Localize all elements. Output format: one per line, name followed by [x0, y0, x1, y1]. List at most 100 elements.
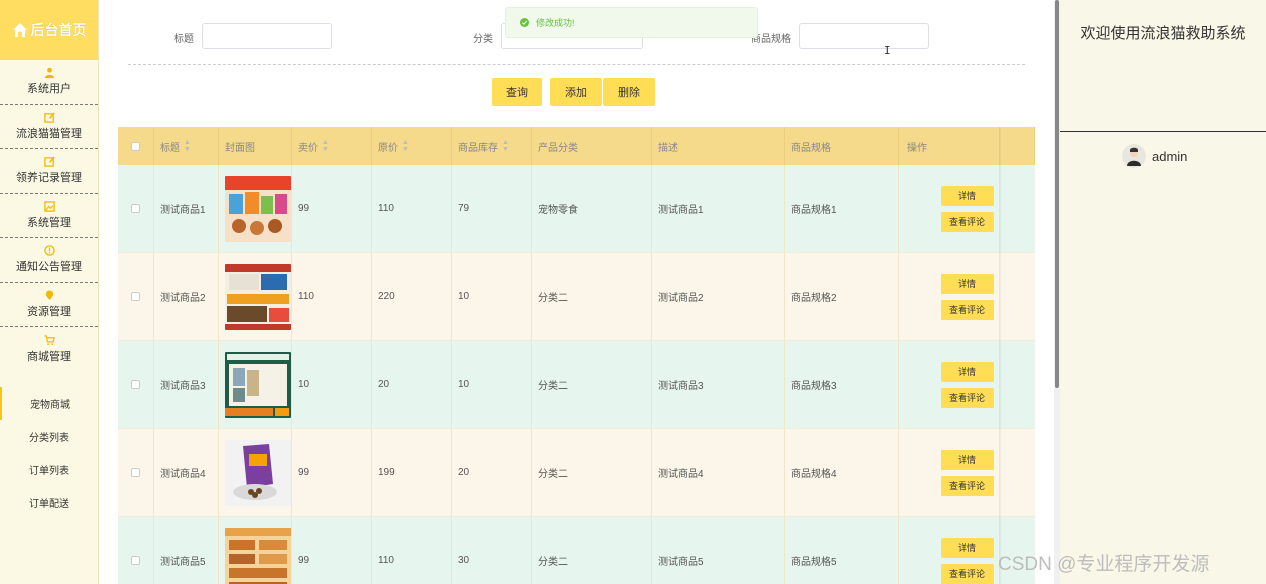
sidebar: 后台首页 系统用户 流浪猫猫管理 领养记录管理 系统管理 通知公告管理 资源管理…: [0, 0, 99, 584]
cell-stock: 79: [452, 165, 532, 252]
sidebar-item-shop[interactable]: 商城管理: [0, 327, 98, 372]
cell-category: 分类二: [532, 429, 652, 516]
header-label: 卖价: [298, 142, 318, 154]
header-cover: 封面图: [219, 127, 292, 165]
main-content: 标题 分类 商品规格 修改成功! 查询 添加 删除 标题 ▲ ▼ 封面图 卖价 ▲ ▼ …: [100, 0, 1054, 584]
header-original[interactable]: 原价 ▲ ▼: [372, 127, 452, 165]
home-icon: [12, 23, 27, 37]
header-spec: 商品规格: [785, 127, 899, 165]
header-label: 描述: [658, 142, 678, 154]
header-label: 产品分类: [538, 142, 578, 154]
table-row: 测试商品5 99 110 30 分类二 测试商品5 商品规格5 详情 查看评论: [118, 517, 1035, 584]
right-panel: 欢迎使用流浪猫救助系统 admin: [1060, 0, 1266, 584]
spec-input[interactable]: [799, 23, 929, 49]
cell-desc: 测试商品4: [652, 429, 785, 516]
product-cover-image[interactable]: [225, 263, 291, 330]
category-label: 分类: [473, 34, 493, 45]
header-stock[interactable]: 商品库存 ▲ ▼: [452, 127, 532, 165]
sidebar-item-label: 商城管理: [27, 350, 71, 363]
row-checkbox[interactable]: [131, 380, 140, 389]
sidebar-home[interactable]: 后台首页: [0, 0, 98, 60]
row-checkbox[interactable]: [131, 204, 140, 213]
cell-stock: 30: [452, 517, 532, 584]
header-checkbox-cell: [118, 127, 154, 165]
cell-actions: 详情 查看评论: [899, 429, 1035, 516]
cell-stock: 20: [452, 429, 532, 516]
cell-title: 测试商品1: [154, 165, 219, 252]
sidebar-item-system[interactable]: 系统管理: [0, 194, 98, 238]
header-price[interactable]: 卖价 ▲ ▼: [292, 127, 372, 165]
sidebar-subitem-orders[interactable]: 订单列表: [0, 453, 98, 486]
row-checkbox-cell: [118, 253, 154, 340]
sidebar-item-adoption[interactable]: 领养记录管理: [0, 149, 98, 194]
cell-category: 分类二: [532, 341, 652, 428]
view-comments-button[interactable]: 查看评论: [940, 563, 994, 584]
sidebar-item-notice[interactable]: 通知公告管理: [0, 238, 98, 283]
sort-icon[interactable]: ▲ ▼: [322, 139, 329, 153]
sort-icon[interactable]: ▲ ▼: [402, 139, 409, 153]
header-desc: 描述: [652, 127, 785, 165]
add-button[interactable]: 添加: [550, 78, 602, 106]
username: admin: [1152, 148, 1188, 164]
sidebar-subitem-label: 分类列表: [29, 432, 69, 444]
product-cover-image[interactable]: [225, 175, 291, 242]
title-input[interactable]: [202, 23, 332, 49]
cell-desc: 测试商品3: [652, 341, 785, 428]
product-cover-image[interactable]: [225, 351, 291, 418]
sidebar-item-resources[interactable]: 资源管理: [0, 283, 98, 327]
scrollbar-thumb[interactable]: [1055, 0, 1059, 388]
row-checkbox[interactable]: [131, 292, 140, 301]
select-all-checkbox[interactable]: [131, 141, 140, 151]
cell-category: 宠物零食: [532, 165, 652, 252]
sidebar-subitem-label: 宠物商城: [30, 399, 70, 411]
detail-button[interactable]: 详情: [940, 185, 994, 206]
query-button[interactable]: 查询: [492, 78, 542, 106]
cell-desc: 测试商品2: [652, 253, 785, 340]
cell-cover: [219, 517, 292, 584]
row-checkbox-cell: [118, 517, 154, 584]
header-label: 商品规格: [791, 142, 831, 154]
delete-button[interactable]: 删除: [603, 78, 655, 106]
header-label: 商品库存: [458, 142, 498, 154]
row-checkbox[interactable]: [131, 556, 140, 565]
header-category: 产品分类: [532, 127, 652, 165]
cell-desc: 测试商品5: [652, 517, 785, 584]
cell-price: 10: [292, 341, 372, 428]
cell-price: 99: [292, 429, 372, 516]
product-cover-image[interactable]: [225, 527, 291, 584]
picture-icon: [43, 201, 55, 212]
cell-actions: 详情 查看评论: [899, 253, 1035, 340]
sidebar-item-cats[interactable]: 流浪猫猫管理: [0, 105, 98, 149]
sidebar-subitem-label: 订单列表: [29, 465, 69, 477]
cell-actions: 详情 查看评论: [899, 341, 1035, 428]
cell-original: 199: [372, 429, 452, 516]
cell-spec: 商品规格2: [785, 253, 899, 340]
sidebar-subitem-pet-shop[interactable]: 宠物商城: [0, 386, 98, 420]
sort-icon[interactable]: ▲ ▼: [184, 139, 191, 153]
detail-button[interactable]: 详情: [940, 537, 994, 558]
table-row: 测试商品2 110 220 10 分类二 测试商品2 商品规格2 详情 查看评论: [118, 253, 1035, 341]
table-row: 测试商品4 99 199 20 分类二 测试商品4 商品规格4 详情 查看评论: [118, 429, 1035, 517]
sidebar-item-label: 流浪猫猫管理: [16, 127, 82, 140]
detail-button[interactable]: 详情: [940, 273, 994, 294]
product-table: 标题 ▲ ▼ 封面图 卖价 ▲ ▼ 原价 ▲ ▼ 商品库存 ▲ ▼ 产品分类 描述 商品规格 操…: [118, 127, 1035, 584]
cell-stock: 10: [452, 341, 532, 428]
sidebar-subitem-categories[interactable]: 分类列表: [0, 420, 98, 453]
watermark-text: CSDN @专业程序开发源: [998, 554, 1210, 575]
detail-button[interactable]: 详情: [940, 449, 994, 470]
sidebar-subitem-delivery[interactable]: 订单配送: [0, 486, 98, 519]
divider: [1060, 131, 1266, 132]
view-comments-button[interactable]: 查看评论: [940, 475, 994, 496]
user-info[interactable]: admin: [1122, 144, 1187, 168]
view-comments-button[interactable]: 查看评论: [940, 387, 994, 408]
view-comments-button[interactable]: 查看评论: [940, 299, 994, 320]
view-comments-button[interactable]: 查看评论: [940, 211, 994, 232]
product-cover-image[interactable]: [225, 439, 291, 506]
header-title[interactable]: 标题 ▲ ▼: [154, 127, 219, 165]
cell-cover: [219, 341, 292, 428]
row-checkbox-cell: [118, 341, 154, 428]
row-checkbox[interactable]: [131, 468, 140, 477]
sidebar-item-users[interactable]: 系统用户: [0, 60, 98, 105]
detail-button[interactable]: 详情: [940, 361, 994, 382]
sort-icon[interactable]: ▲ ▼: [502, 139, 509, 153]
